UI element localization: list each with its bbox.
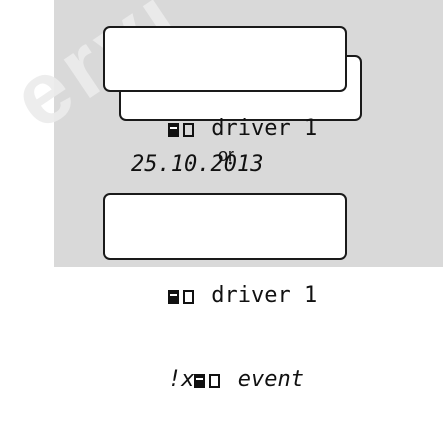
driver-line-text: driver 1 — [197, 116, 318, 141]
event-line: !x event — [115, 338, 335, 392]
driver-line: driver 1 — [115, 87, 335, 141]
card-outline-icon — [209, 374, 221, 388]
driver-line-text: driver 1 — [197, 283, 318, 308]
driver-day-screen: driver 1 24h day — [103, 26, 347, 225]
driver-line: driver 1 — [115, 254, 335, 308]
event-line-suffix: event — [224, 367, 304, 392]
event-line-prefix: !x — [167, 367, 195, 392]
driver-event-screen: driver 1 !x event — [103, 193, 347, 392]
card-outline-icon — [182, 123, 194, 137]
card-filled-icon — [167, 123, 179, 137]
card-filled-icon — [167, 290, 179, 304]
card-outline-icon — [182, 290, 194, 304]
separator-label: or — [217, 145, 234, 165]
card-filled-icon — [194, 374, 206, 388]
